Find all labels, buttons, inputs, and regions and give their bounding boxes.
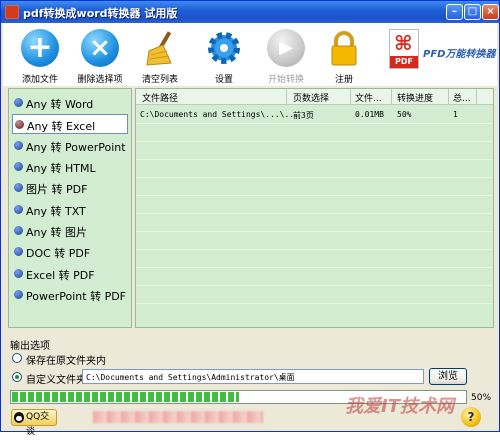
cell-total: 1 bbox=[453, 110, 458, 119]
watermark-text: 我爱IT技术网 bbox=[345, 396, 454, 417]
radio-original-folder[interactable] bbox=[12, 353, 22, 363]
browse-button[interactable]: 浏览 bbox=[429, 368, 467, 385]
radio-custom-folder[interactable] bbox=[12, 372, 22, 382]
settings-label: 设置 bbox=[214, 75, 233, 85]
progress-fill bbox=[12, 392, 239, 402]
cell-pages: 前3页 bbox=[293, 111, 314, 120]
table-header: 文件路径 页数选择 文件... 转换进度 总... bbox=[136, 89, 493, 105]
toolbar: + 添加文件 × 删除选择项 清空列表 设置 ▶ 开始转换 注册 ⌘ PDF P… bbox=[3, 23, 497, 86]
bullet-icon bbox=[14, 205, 23, 214]
column-header[interactable]: 文件路径 bbox=[142, 91, 178, 104]
blurred-status-text bbox=[93, 411, 263, 423]
clear-list-button[interactable]: 清空列表 bbox=[129, 27, 191, 85]
qq-chat-label: QQ交谈 bbox=[26, 412, 50, 437]
gear-icon bbox=[208, 32, 240, 64]
start-convert-label: 开始转换 bbox=[267, 75, 304, 85]
bullet-icon bbox=[14, 290, 23, 299]
bullet-icon bbox=[14, 98, 23, 107]
qq-chat-button[interactable]: QQ交谈 bbox=[11, 409, 57, 437]
bullet-icon bbox=[14, 247, 23, 256]
category-item[interactable]: PowerPoint 转 PDF bbox=[12, 285, 128, 305]
clear-list-label: 清空列表 bbox=[141, 75, 178, 85]
broom-icon bbox=[146, 31, 172, 66]
add-file-button[interactable]: + 添加文件 bbox=[9, 27, 71, 85]
output-options-title: 输出选项 bbox=[10, 341, 50, 352]
cell-size: 0.01MB bbox=[355, 110, 384, 119]
category-item[interactable]: Any 转 PowerPoint bbox=[12, 136, 128, 156]
plus-icon: + bbox=[21, 29, 59, 67]
qq-penguin-icon bbox=[14, 412, 24, 423]
x-icon: × bbox=[81, 29, 119, 67]
settings-button[interactable]: 设置 bbox=[193, 27, 255, 85]
play-icon: ▶ bbox=[267, 29, 305, 67]
category-item[interactable]: Any 转 图片 bbox=[12, 221, 128, 241]
category-item[interactable]: Any 转 HTML bbox=[12, 157, 128, 177]
custom-folder-label[interactable]: 自定义文件夹 bbox=[26, 371, 86, 386]
window-title: pdf转换成word转换器 试用版 bbox=[23, 7, 178, 20]
bullet-icon bbox=[15, 120, 24, 129]
lock-icon bbox=[331, 31, 357, 66]
category-item[interactable]: Any 转 TXT bbox=[12, 200, 128, 220]
register-button[interactable]: 注册 bbox=[313, 27, 375, 85]
maximize-button[interactable]: □ bbox=[464, 4, 481, 20]
cell-path: C:\Documents and Settings\...\... bbox=[140, 110, 299, 119]
bullet-icon bbox=[14, 141, 23, 150]
file-table: 文件路径 页数选择 文件... 转换进度 总... C:\Documents a… bbox=[135, 88, 494, 328]
progress-percent: 50% bbox=[471, 393, 492, 403]
category-list: Any 转 Word Any 转 Excel Any 转 PowerPoint … bbox=[8, 88, 132, 328]
help-icon[interactable]: ? bbox=[461, 407, 481, 427]
category-item[interactable]: Any 转 Word bbox=[12, 93, 128, 113]
column-header[interactable]: 文件... bbox=[355, 91, 382, 104]
start-convert-button[interactable]: ▶ 开始转换 bbox=[255, 27, 317, 85]
title-bar[interactable]: pdf转换成word转换器 试用版 – □ × bbox=[1, 1, 499, 23]
pdf-logo-icon: ⌘ PDF bbox=[389, 29, 419, 69]
category-item[interactable]: Excel 转 PDF bbox=[12, 264, 128, 284]
brand-logo: ⌘ PDF PFD万能转换器 bbox=[385, 25, 495, 85]
add-file-label: 添加文件 bbox=[21, 75, 58, 85]
column-header[interactable]: 页数选择 bbox=[293, 91, 329, 104]
category-item[interactable]: 图片 转 PDF bbox=[12, 178, 128, 198]
register-label: 注册 bbox=[334, 75, 353, 85]
cell-progress: 50% bbox=[397, 110, 412, 119]
column-header[interactable]: 转换进度 bbox=[397, 91, 433, 104]
close-button[interactable]: × bbox=[482, 4, 499, 20]
bullet-icon bbox=[14, 226, 23, 235]
delete-selected-label: 删除选择项 bbox=[77, 75, 123, 85]
app-window: pdf转换成word转换器 试用版 – □ × + 添加文件 × 删除选择项 清… bbox=[0, 0, 500, 437]
category-item-selected[interactable]: Any 转 Excel bbox=[12, 114, 128, 134]
app-icon bbox=[5, 5, 19, 19]
output-path-field[interactable]: C:\Documents and Settings\Administrator\… bbox=[82, 369, 424, 384]
category-item[interactable]: DOC 转 PDF bbox=[12, 242, 128, 262]
bullet-icon bbox=[14, 162, 23, 171]
bullet-icon bbox=[14, 183, 23, 192]
minimize-button[interactable]: – bbox=[446, 4, 463, 20]
bullet-icon bbox=[14, 269, 23, 278]
column-header[interactable]: 总... bbox=[453, 91, 471, 104]
delete-selected-button[interactable]: × 删除选择项 bbox=[69, 27, 131, 85]
original-folder-label[interactable]: 保存在原文件夹内 bbox=[26, 352, 106, 367]
brand-text: PFD万能转换器 bbox=[423, 49, 496, 60]
